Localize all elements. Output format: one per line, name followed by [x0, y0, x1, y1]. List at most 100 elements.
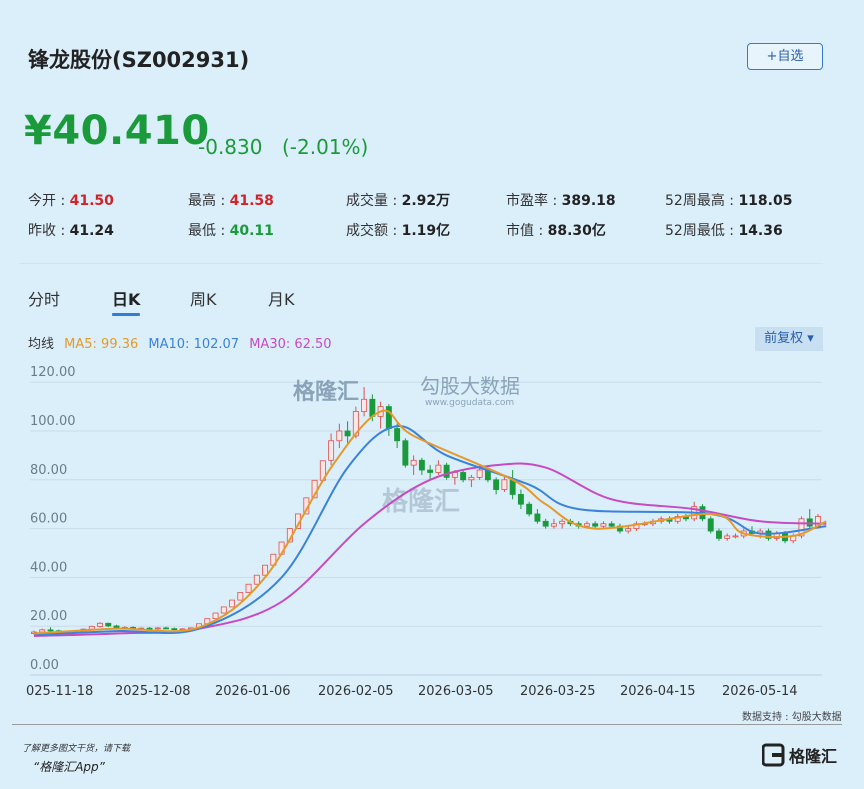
candle-body	[88, 626, 95, 630]
candle-body	[625, 528, 632, 532]
promo-app-name: “格隆汇App”	[33, 760, 105, 774]
candle-body	[245, 583, 252, 593]
candle-body	[171, 628, 178, 631]
candle-body	[402, 440, 409, 466]
stat-item: 最低 : 40.11	[188, 220, 274, 240]
stat-value: 40.11	[229, 223, 274, 239]
candle-body	[526, 503, 533, 515]
candle-body	[476, 469, 483, 478]
stat-value: 41.50	[69, 193, 114, 209]
candle-body	[369, 398, 376, 417]
candle-body	[509, 479, 516, 495]
candle-body	[493, 479, 500, 490]
candle-body	[105, 622, 112, 627]
stat-value: 41.24	[69, 223, 114, 239]
stat-label: 52周最低 :	[665, 223, 739, 239]
candle-body	[542, 520, 549, 527]
watermark-brand: 格隆汇	[293, 379, 359, 405]
candle-body	[97, 622, 103, 627]
candle-body	[253, 574, 260, 585]
stat-value: 41.58	[229, 193, 274, 209]
candle-body	[451, 472, 458, 478]
candle-body	[468, 476, 475, 481]
watermark-url: www.gogudata.com	[425, 398, 514, 408]
stat-item: 今开 : 41.50	[28, 190, 114, 210]
candle-body	[559, 520, 566, 525]
candle-body	[550, 523, 557, 527]
candle-body	[592, 523, 599, 527]
footer-divider	[12, 724, 842, 725]
tab-monthly-k[interactable]: 月K	[268, 286, 295, 310]
candle-body	[394, 428, 401, 442]
ma-legend: 均线 MA5: 99.36 MA10: 102.07 MA30: 62.50	[28, 333, 338, 352]
stat-label: 最低 :	[188, 223, 230, 239]
active-tab-indicator	[112, 313, 140, 316]
candle-body	[608, 523, 615, 527]
stat-value: 1.19亿	[401, 223, 451, 239]
stat-item: 最高 : 41.58	[188, 190, 274, 210]
data-source: 数据支持 : 勾股大数据	[742, 712, 842, 723]
kline-chart[interactable]: 120.00 100.00 80.00 60.00 40.00 20.00 0.00 格隆汇 勾…	[0, 360, 864, 705]
candle-body	[517, 494, 524, 505]
logo-text: 格隆汇	[789, 747, 837, 766]
tab-intraday[interactable]: 分时	[28, 286, 60, 310]
y-tick-label: 120.00	[30, 365, 76, 380]
add-watchlist-button[interactable]: +自选	[747, 43, 823, 70]
divider	[20, 263, 823, 264]
stat-label: 市盈率 :	[506, 193, 562, 209]
ma5-line	[33, 409, 827, 635]
promo-text: 了解更多图文干货，请下载	[22, 744, 131, 754]
candle-body	[113, 625, 120, 629]
x-tick-label: 2026-03-05	[418, 684, 494, 699]
ma5-value: MA5: 99.36	[64, 337, 139, 352]
x-tick-label: 2026-05-14	[722, 684, 798, 699]
stat-label: 成交量 :	[346, 193, 402, 209]
price-change-percent: (-2.01%)	[282, 135, 369, 159]
y-tick-label: 60.00	[30, 512, 67, 527]
stat-item: 成交量 : 2.92万	[346, 190, 450, 210]
ma10-value: MA10: 102.07	[148, 337, 240, 352]
candle-body	[501, 479, 508, 490]
candle-body	[410, 459, 417, 466]
stat-item: 昨收 : 41.24	[28, 220, 114, 240]
candle-body	[229, 599, 236, 608]
stat-value: 14.36	[738, 223, 783, 239]
candle-body	[460, 472, 467, 481]
stat-value: 389.18	[561, 193, 616, 209]
y-tick-label: 40.00	[30, 560, 67, 575]
stat-label: 今开 :	[28, 193, 70, 209]
x-tick-label: 2026-04-15	[620, 684, 696, 699]
candle-body	[724, 535, 731, 539]
y-tick-label: 0.00	[30, 658, 59, 673]
x-tick-label: 2026-01-06	[215, 684, 291, 699]
candle-body	[443, 464, 450, 478]
stat-label: 最高 :	[188, 193, 230, 209]
stock-title: 锋龙股份(SZ002931)	[28, 48, 250, 72]
candle-body	[361, 398, 368, 412]
current-price: ¥40.410	[24, 108, 210, 154]
candle-body	[328, 440, 335, 461]
x-tick-label: 2026-02-05	[318, 684, 394, 699]
candle-body	[707, 518, 714, 532]
x-tick-label: 025-11-18	[26, 684, 93, 699]
adjust-dropdown[interactable]: 前复权 ▾	[755, 327, 823, 351]
candle-body	[212, 612, 219, 620]
candle-body	[716, 530, 722, 539]
stat-item: 52周最高 : 118.05	[665, 190, 792, 210]
candle-body	[146, 627, 153, 630]
price-change: -0.830	[198, 135, 263, 159]
candle-body	[534, 513, 541, 522]
stat-label: 52周最高 :	[665, 193, 739, 209]
tab-daily-k[interactable]: 日K	[112, 286, 140, 310]
tab-weekly-k[interactable]: 周K	[190, 286, 217, 310]
stat-value: 118.05	[738, 193, 793, 209]
watermark-brand2: 勾股大数据	[420, 374, 520, 398]
candle-body	[336, 430, 343, 442]
candle-body	[583, 523, 590, 527]
stat-item: 52周最低 : 14.36	[665, 220, 783, 240]
candle-body	[418, 459, 425, 471]
stat-item: 市值 : 88.30亿	[506, 220, 606, 240]
candle-body	[237, 592, 244, 601]
ma30-value: MA30: 62.50	[249, 337, 332, 352]
y-tick-label: 100.00	[30, 414, 76, 429]
